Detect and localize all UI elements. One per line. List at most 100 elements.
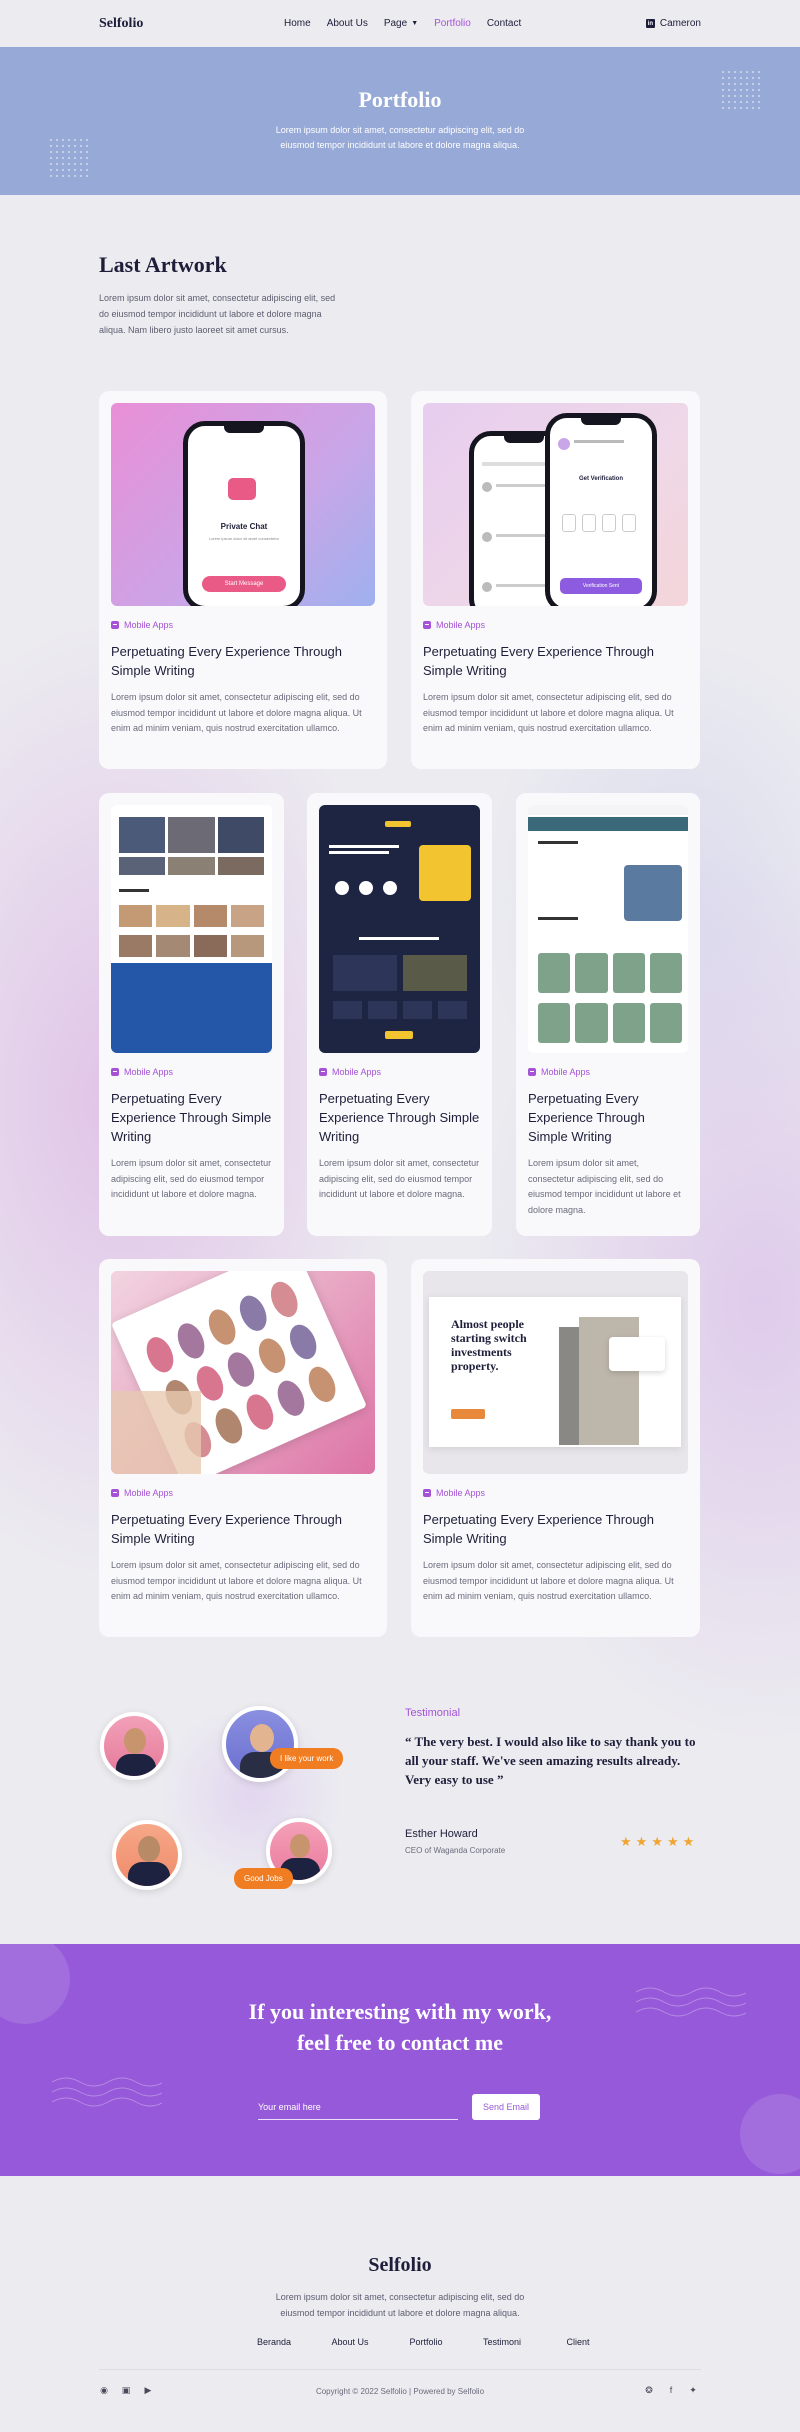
card-thumbnail — [111, 805, 272, 1053]
portfolio-card[interactable]: Get Verification Verification Sent Mobil… — [411, 391, 700, 769]
tag-icon — [111, 621, 119, 629]
email-field[interactable] — [258, 2094, 458, 2120]
card-text: Lorem ipsum dolor sit amet, consectetur … — [528, 1158, 681, 1215]
footer-link-portfolio[interactable]: Portfolio — [388, 2337, 464, 2347]
card-tag-label: Mobile Apps — [436, 1488, 486, 1498]
portfolio-card[interactable]: Mobile Apps Perpetuating Every Experienc… — [516, 793, 700, 1236]
tag-icon — [423, 1489, 431, 1497]
chat-icon — [228, 478, 256, 500]
footer-logo[interactable]: Selfolio — [0, 2254, 800, 2277]
testimonial-label: Testimonial — [405, 1707, 461, 1719]
card-title: Perpetuating Every Experience Through Si… — [111, 1512, 343, 1546]
card-tag: Mobile Apps — [111, 1488, 375, 1498]
page: Selfolio Home About Us Page ▼ Portfolio C… — [0, 0, 800, 2432]
portfolio-card[interactable]: Almost people starting switch investment… — [411, 1259, 700, 1637]
facebook-icon[interactable]: f — [666, 2385, 676, 2395]
card-thumbnail: Almost people starting switch investment… — [423, 1271, 688, 1474]
twitter-icon[interactable]: ✦ — [688, 2385, 698, 2395]
testimonial-name: Esther Howard — [405, 1828, 478, 1840]
tag-icon — [423, 621, 431, 629]
card-title: Perpetuating Every Experience Through Si… — [528, 1091, 645, 1144]
thumb-label: Almost people starting switch investment… — [451, 1317, 527, 1373]
portfolio-card[interactable]: Mobile Apps Perpetuating Every Experienc… — [307, 793, 492, 1236]
phone-mockup: Get Verification Verification Sent — [545, 413, 657, 606]
card-text: Lorem ipsum dolor sit amet, consectetur … — [111, 692, 362, 733]
card-thumbnail — [111, 1271, 375, 1474]
star-icon: ★ — [620, 1834, 632, 1849]
tag-icon — [111, 1068, 119, 1076]
card-text: Lorem ipsum dolor sit amet, consectetur … — [423, 1560, 674, 1601]
tag-icon — [528, 1068, 536, 1076]
card-thumbnail — [319, 805, 480, 1053]
card-tag-label: Mobile Apps — [124, 1488, 174, 1498]
avatar — [100, 1712, 168, 1780]
decor-wave — [52, 2077, 162, 2107]
card-tag: Mobile Apps — [111, 1067, 272, 1077]
card-title: Perpetuating Every Experience Through Si… — [111, 1091, 272, 1144]
card-text: Lorem ipsum dolor sit amet, consectetur … — [111, 1158, 272, 1199]
testimonial-role: CEO of Waganda Corporate — [405, 1846, 506, 1855]
star-icon: ★ — [682, 1834, 695, 1849]
card-tag-label: Mobile Apps — [332, 1067, 382, 1077]
footer-description: Lorem ipsum dolor sit amet, consectetur … — [275, 2292, 525, 2318]
comment-bubble: Good Jobs — [234, 1868, 293, 1889]
avatar — [112, 1820, 182, 1890]
star-icon: ★ — [651, 1834, 663, 1849]
logo[interactable]: Selfolio — [99, 16, 143, 32]
contact-cta: If you interesting with my work, feel fr… — [0, 1944, 800, 2176]
footer-link-about-us[interactable]: About Us — [312, 2337, 388, 2347]
nav-home[interactable]: Home — [284, 18, 311, 29]
send-email-button[interactable]: Send Email — [472, 2094, 540, 2120]
nav-page[interactable]: Page ▼ — [384, 18, 418, 29]
chevron-down-icon: ▼ — [411, 20, 419, 27]
dot-pattern — [720, 69, 760, 109]
thumb-label: Get Verification — [578, 476, 623, 482]
nav-about-us[interactable]: About Us — [327, 18, 368, 29]
dribbble-icon[interactable]: ❂ — [644, 2385, 654, 2395]
dot-pattern — [48, 137, 88, 177]
card-title: Perpetuating Every Experience Through Si… — [423, 644, 655, 678]
card-text: Lorem ipsum dolor sit amet, consectetur … — [319, 1158, 480, 1199]
linkedin-icon: in — [645, 19, 655, 28]
card-thumbnail: Get Verification Verification Sent — [423, 403, 688, 606]
card-tag: Mobile Apps — [319, 1067, 480, 1077]
card-title: Perpetuating Every Experience Through Si… — [319, 1091, 480, 1144]
hero-title: Portfolio — [358, 87, 442, 112]
footer-divider — [99, 2369, 701, 2370]
testimonial-quote: “ The very best. I would also like to sa… — [405, 1734, 696, 1787]
decor-blob — [740, 2094, 800, 2174]
tag-icon — [319, 1068, 327, 1076]
portfolio-card[interactable]: Private Chat Lorem ipsum dolor sit amet … — [99, 391, 387, 769]
nav-page-label: Page — [383, 18, 408, 29]
card-tag-label: Mobile Apps — [124, 1067, 174, 1077]
footer-link-testimoni[interactable]: Testimoni — [464, 2337, 540, 2347]
rating-stars: ★ ★ ★ ★ ★ — [620, 1834, 694, 1850]
card-tag-label: Mobile Apps — [124, 620, 174, 630]
phone-mockup: Private Chat Lorem ipsum dolor sit amet … — [183, 421, 305, 606]
card-text: Lorem ipsum dolor sit amet, consectetur … — [423, 692, 674, 733]
nav-contact[interactable]: Contact — [487, 18, 521, 29]
footer-link-client[interactable]: Client — [540, 2337, 616, 2347]
thumb-button: Start Message — [202, 576, 286, 592]
card-title: Perpetuating Every Experience Through Si… — [423, 1512, 655, 1546]
nav-portfolio[interactable]: Portfolio — [434, 18, 471, 29]
comment-bubble: I like your work — [270, 1748, 344, 1769]
card-thumbnail: Private Chat Lorem ipsum dolor sit amet … — [111, 403, 375, 606]
cta-title-line2: feel free to contact me — [296, 2030, 504, 2055]
card-title: Perpetuating Every Experience Through Si… — [111, 644, 343, 678]
thumb-label: Private Chat — [220, 522, 268, 531]
hero-text: Lorem ipsum dolor sit amet, consectetur … — [275, 125, 525, 150]
nav-user[interactable]: in Cameron — [645, 0, 701, 47]
footer-link-beranda[interactable]: Beranda — [236, 2337, 312, 2347]
card-tag: Mobile Apps — [423, 620, 688, 630]
card-tag-label: Mobile Apps — [436, 620, 486, 630]
card-tag: Mobile Apps — [111, 620, 375, 630]
portfolio-card[interactable]: Mobile Apps Perpetuating Every Experienc… — [99, 1259, 387, 1637]
section-title: Last Artwork — [99, 252, 227, 277]
top-nav: Selfolio Home About Us Page ▼ Portfolio C… — [0, 0, 800, 47]
portfolio-card[interactable]: Mobile Apps Perpetuating Every Experienc… — [99, 793, 284, 1236]
thumb-button: Verification Sent — [560, 578, 642, 594]
card-text: Lorem ipsum dolor sit amet, consectetur … — [111, 1560, 362, 1601]
cta-title-line1: If you interesting with my work, — [248, 1999, 552, 2024]
card-tag-label: Mobile Apps — [541, 1067, 591, 1077]
